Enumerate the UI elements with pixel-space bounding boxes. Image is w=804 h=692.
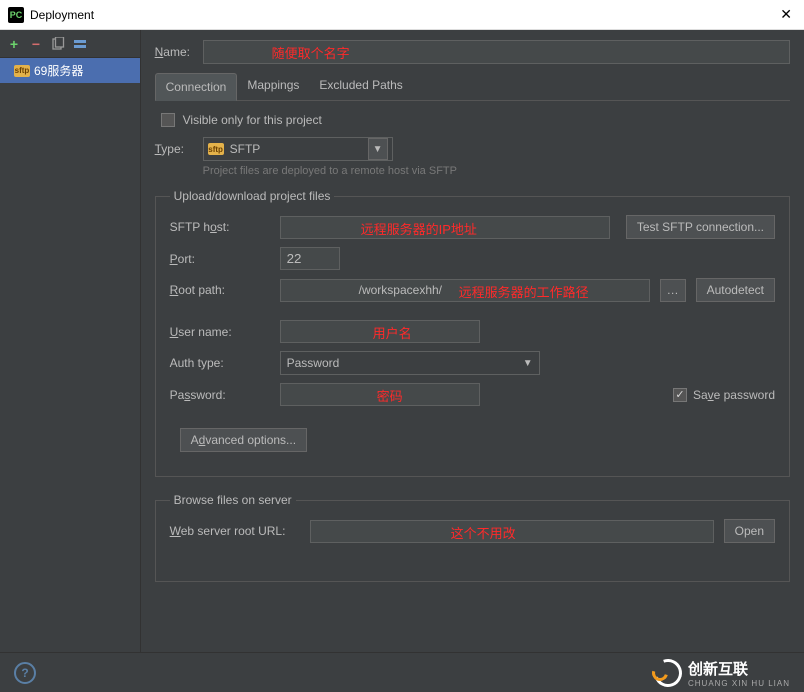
user-name-input[interactable]: 用户名 [280,320,480,343]
left-toolbar: + − [0,30,140,58]
remove-icon[interactable]: − [28,36,44,52]
upload-download-group: Upload/download project files SFTP host:… [155,189,790,477]
brand-subtext: CHUANG XIN HU LIAN [688,679,790,688]
sftp-badge-icon: sftp [14,65,30,77]
user-name-label: User name: [170,325,270,339]
add-icon[interactable]: + [6,36,22,52]
password-input[interactable]: 密码 [280,383,480,406]
copy-icon[interactable] [50,36,66,52]
root-path-label: Root path: [170,283,270,297]
type-hint: Project files are deployed to a remote h… [203,165,790,177]
annotation-user: 用户名 [373,323,412,342]
password-label: Password: [170,388,270,402]
annotation-host: 远程服务器的IP地址 [361,219,477,238]
upload-legend: Upload/download project files [170,189,335,203]
annotation-root: 远程服务器的工作路径 [459,282,589,301]
annotation-web: 这个不用改 [451,523,516,542]
right-panel: Name: 随便取个名字 Connection Mappings Exclude… [141,30,804,652]
tab-excluded-paths[interactable]: Excluded Paths [309,72,412,100]
test-sftp-button[interactable]: Test SFTP connection... [626,215,775,239]
type-value: SFTP [230,142,261,156]
web-server-url-input[interactable]: 这个不用改 [310,520,714,543]
save-password-label: Save password [693,388,775,402]
auth-type-label: Auth type: [170,356,270,370]
save-password-checkbox[interactable]: ✓ [673,388,687,402]
deployment-item-label: 69服务器 [34,62,83,79]
name-input[interactable]: 随便取个名字 [203,40,790,64]
web-server-url-label: Web server root URL: [170,524,300,538]
autodetect-button[interactable]: Autodetect [696,278,775,302]
bottom-bar: ? 创新互联 CHUANG XIN HU LIAN [0,652,804,692]
annotation-pass: 密码 [377,386,403,405]
annotation-name: 随便取个名字 [272,43,350,62]
name-label: Name: [155,45,195,59]
help-icon[interactable]: ? [14,662,36,684]
toggle-icon[interactable] [72,36,88,52]
auth-type-value: Password [287,356,340,370]
sftp-host-label: SFTP host: [170,220,270,234]
brand-mark-icon [654,659,682,687]
visible-only-checkbox[interactable] [161,113,175,127]
root-path-value: /workspacexhh/ [359,283,442,297]
chevron-down-icon[interactable]: ▼ [523,358,533,369]
tab-connection[interactable]: Connection [155,73,238,101]
type-select[interactable]: sftp SFTP ▼ [203,137,393,161]
browse-group: Browse files on server Web server root U… [155,493,790,582]
root-path-input[interactable]: /workspacexhh/ 远程服务器的工作路径 [280,279,650,302]
tab-mappings[interactable]: Mappings [237,72,309,100]
auth-type-select[interactable]: Password ▼ [280,351,540,375]
brand-logo: 创新互联 CHUANG XIN HU LIAN [654,658,790,688]
port-label: Port: [170,252,270,266]
root-browse-button[interactable]: … [660,279,686,302]
visible-only-label: Visible only for this project [183,113,322,127]
advanced-options-button[interactable]: Advanced options... [180,428,307,452]
brand-text: 创新互联 [688,658,790,679]
port-input[interactable] [280,247,340,270]
sftp-host-input[interactable]: 远程服务器的IP地址 [280,216,610,239]
chevron-down-icon[interactable]: ▼ [368,138,388,160]
deployment-list-panel: + − sftp 69服务器 [0,30,141,652]
open-button[interactable]: Open [724,519,775,543]
app-icon: PC [8,7,24,23]
tabs: Connection Mappings Excluded Paths [155,72,790,101]
sftp-badge-icon: sftp [208,143,224,155]
type-label: Type: [155,142,195,156]
browse-legend: Browse files on server [170,493,296,507]
window-title: Deployment [30,8,776,22]
deployment-list-item[interactable]: sftp 69服务器 [0,58,140,83]
close-icon[interactable]: ✕ [776,6,796,23]
titlebar: PC Deployment ✕ [0,0,804,30]
